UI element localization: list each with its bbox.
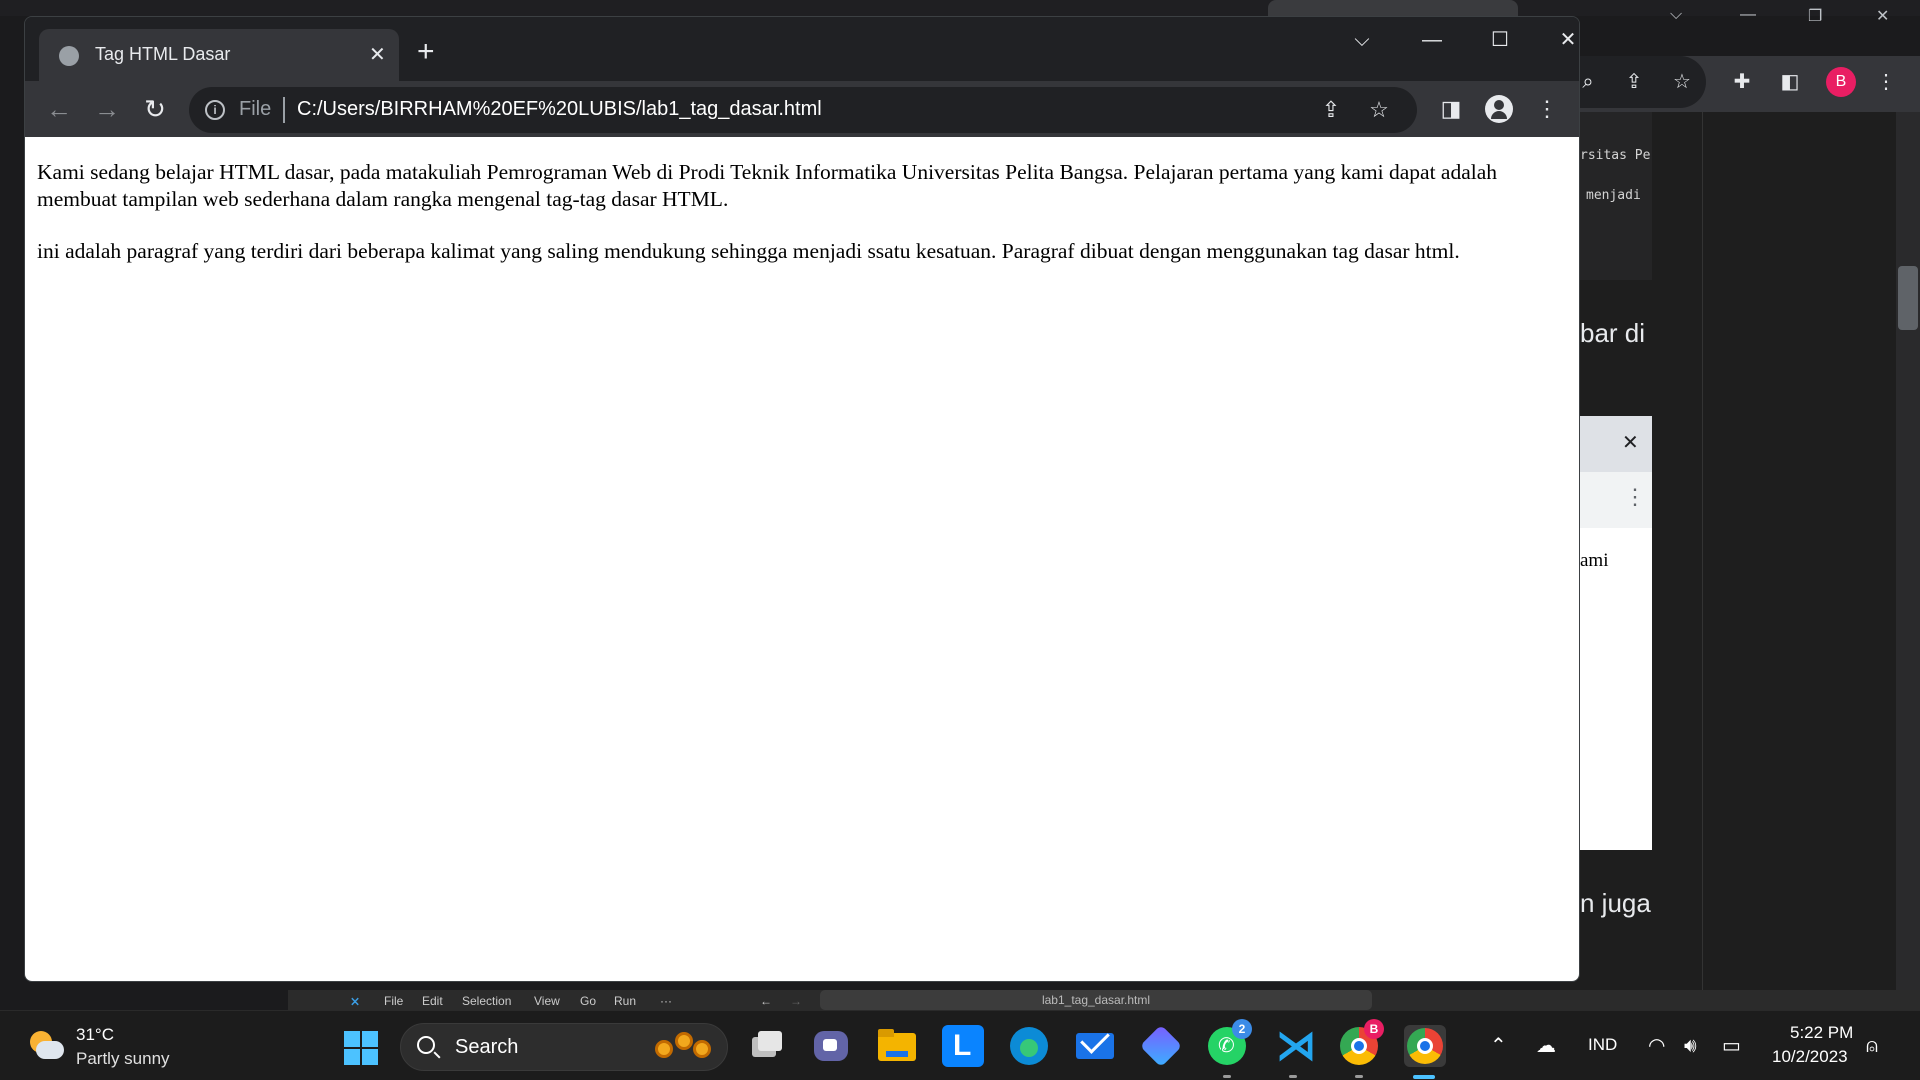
- battery-icon[interactable]: ▭: [1722, 1034, 1741, 1058]
- new-tab-plus-icon[interactable]: +: [417, 37, 435, 67]
- preview-text: ami: [1580, 550, 1609, 571]
- background-right-pane: [1702, 112, 1920, 1010]
- file-explorer-icon[interactable]: [876, 1025, 918, 1067]
- address-scheme: File: [239, 98, 272, 120]
- web-page-content: Kami sedang belajar HTML dasar, pada mat…: [25, 137, 1579, 981]
- profile-icon[interactable]: [1485, 95, 1513, 123]
- browser-window: Tag HTML Dasar ✕ + ⌵ — ☐ ✕ ← → ↻ i File …: [24, 16, 1580, 982]
- vscode-menu-view[interactable]: View: [534, 994, 560, 1008]
- close-icon[interactable]: ✕: [369, 42, 386, 67]
- vscode-logo-icon: ⨯: [350, 994, 361, 1008]
- volume-icon[interactable]: 🔊︎: [1684, 1034, 1697, 1058]
- background-text: n juga: [1580, 888, 1651, 918]
- windows-start-icon[interactable]: [344, 1031, 378, 1065]
- taskbar-search[interactable]: Search: [400, 1023, 728, 1071]
- menu-dots-icon[interactable]: ⋮: [1624, 484, 1646, 510]
- forward-arrow-icon[interactable]: →: [790, 994, 802, 1008]
- close-icon[interactable]: ✕: [1876, 6, 1889, 26]
- maximize-icon[interactable]: ☐: [1477, 25, 1523, 55]
- chevron-down-icon[interactable]: ⌵: [1670, 6, 1682, 24]
- vscode-menu-edit[interactable]: Edit: [422, 994, 443, 1008]
- vscode-command-search[interactable]: lab1_tag_dasar.html: [820, 990, 1372, 1010]
- teams-chat-icon[interactable]: [810, 1025, 852, 1067]
- close-icon[interactable]: ✕: [1622, 430, 1639, 455]
- whatsapp-icon[interactable]: ✆ 2: [1206, 1019, 1252, 1067]
- share-icon[interactable]: ⇪: [1622, 70, 1646, 94]
- vscode-search-text: lab1_tag_dasar.html: [1041, 993, 1151, 1007]
- chrome-profile-icon[interactable]: B: [1338, 1019, 1384, 1067]
- weather-desc[interactable]: Partly sunny: [76, 1049, 170, 1069]
- wifi-icon[interactable]: ◠: [1648, 1034, 1665, 1058]
- chevron-down-icon[interactable]: ⌵: [1339, 25, 1385, 55]
- scrollbar-thumb[interactable]: [1898, 266, 1918, 330]
- address-separator: [283, 97, 285, 123]
- close-window-icon[interactable]: ✕: [1545, 25, 1579, 55]
- vscode-menu-selection[interactable]: Selection: [462, 994, 511, 1008]
- vscode-menu-file[interactable]: File: [384, 994, 403, 1008]
- extensions-icon[interactable]: ✚: [1730, 70, 1754, 94]
- vscode-menu-more[interactable]: ···: [660, 994, 672, 1008]
- weather-temp[interactable]: 31°C: [76, 1025, 114, 1045]
- share-icon[interactable]: ⇪: [1319, 98, 1343, 122]
- tab-title: Tag HTML Dasar: [95, 44, 231, 64]
- running-indicator: [1355, 1075, 1363, 1078]
- background-window-tabstrip: [0, 0, 1920, 16]
- search-label: Search: [455, 1036, 519, 1058]
- back-arrow-icon[interactable]: ←: [760, 994, 772, 1008]
- menu-dots-icon[interactable]: ⋮: [1533, 95, 1561, 123]
- browser-toolbar: ← → ↻ i File C:/Users/BIRRHAM%20EF%20LUB…: [25, 81, 1579, 137]
- side-panel-icon[interactable]: ◨: [1437, 95, 1465, 123]
- address-bar[interactable]: i File C:/Users/BIRRHAM%20EF%20LUBIS/lab…: [189, 87, 1417, 133]
- star-icon[interactable]: ☆: [1670, 70, 1694, 94]
- tab-strip: Tag HTML Dasar ✕ + ⌵ — ☐ ✕: [25, 17, 1579, 81]
- chrome-icon[interactable]: [1404, 1025, 1446, 1067]
- taskbar: 31°C Partly sunny Search L ✆ 2 ⋊ B ⌃ ☁ I…: [0, 1010, 1920, 1080]
- preview-window-toolbar: ⋮: [1580, 472, 1652, 528]
- profile-avatar[interactable]: B: [1826, 67, 1856, 97]
- search-highlight-icon: [651, 1032, 719, 1064]
- vscode-icon[interactable]: ⋊: [1272, 1024, 1316, 1068]
- mail-icon[interactable]: [1074, 1024, 1116, 1067]
- edge-browser-icon[interactable]: [1008, 1025, 1050, 1067]
- notifications-icon[interactable]: ⍝: [1866, 1034, 1878, 1058]
- paragraph: Kami sedang belajar HTML dasar, pada mat…: [37, 160, 1498, 211]
- menu-dots-icon[interactable]: ⋮: [1874, 70, 1898, 94]
- minimize-icon[interactable]: —: [1409, 25, 1455, 55]
- clock-date[interactable]: 10/2/2023: [1772, 1047, 1848, 1067]
- lenovo-l-icon[interactable]: L: [942, 1025, 984, 1067]
- vscode-menu-go[interactable]: Go: [580, 994, 596, 1008]
- scrollbar[interactable]: [1896, 112, 1920, 1010]
- running-indicator: [1223, 1075, 1231, 1078]
- forward-arrow-icon[interactable]: →: [93, 95, 121, 123]
- back-arrow-icon[interactable]: ←: [45, 95, 73, 123]
- minimize-icon[interactable]: —: [1740, 6, 1756, 24]
- address-url[interactable]: C:/Users/BIRRHAM%20EF%20LUBIS/lab1_tag_d…: [297, 98, 822, 121]
- tab-active[interactable]: Tag HTML Dasar ✕: [39, 29, 399, 81]
- paragraph: ini adalah paragraf yang terdiri dari be…: [37, 239, 1460, 263]
- chevron-up-icon[interactable]: ⌃: [1490, 1034, 1507, 1058]
- code-line: rsitas Pe: [1580, 148, 1651, 163]
- chrome-profile-badge: B: [1364, 1019, 1384, 1039]
- vscode-menu-run[interactable]: Run: [614, 994, 636, 1008]
- onedrive-cloud-icon[interactable]: ☁: [1536, 1034, 1556, 1058]
- copilot-icon[interactable]: [1139, 1024, 1183, 1068]
- reload-icon[interactable]: ↻: [141, 95, 169, 123]
- clock-time[interactable]: 5:22 PM: [1790, 1023, 1853, 1043]
- background-text: bar di: [1580, 318, 1646, 348]
- task-view-icon[interactable]: [744, 1025, 786, 1067]
- running-indicator: [1289, 1075, 1297, 1078]
- language-indicator[interactable]: IND: [1588, 1035, 1617, 1055]
- globe-icon: [59, 46, 79, 66]
- background-tab[interactable]: [1268, 0, 1518, 16]
- search-icon: [417, 1036, 435, 1054]
- info-icon[interactable]: i: [205, 100, 225, 120]
- weather-icon[interactable]: [28, 1031, 64, 1061]
- code-line: menjadi: [1586, 188, 1641, 203]
- whatsapp-badge: 2: [1232, 1019, 1252, 1039]
- restore-icon[interactable]: ❐: [1808, 6, 1822, 26]
- preview-window-titlebar: ✕: [1580, 416, 1652, 472]
- side-panel-icon[interactable]: ◧: [1778, 70, 1802, 94]
- bookmark-star-icon[interactable]: ☆: [1367, 98, 1391, 122]
- active-app-indicator: [1413, 1075, 1435, 1079]
